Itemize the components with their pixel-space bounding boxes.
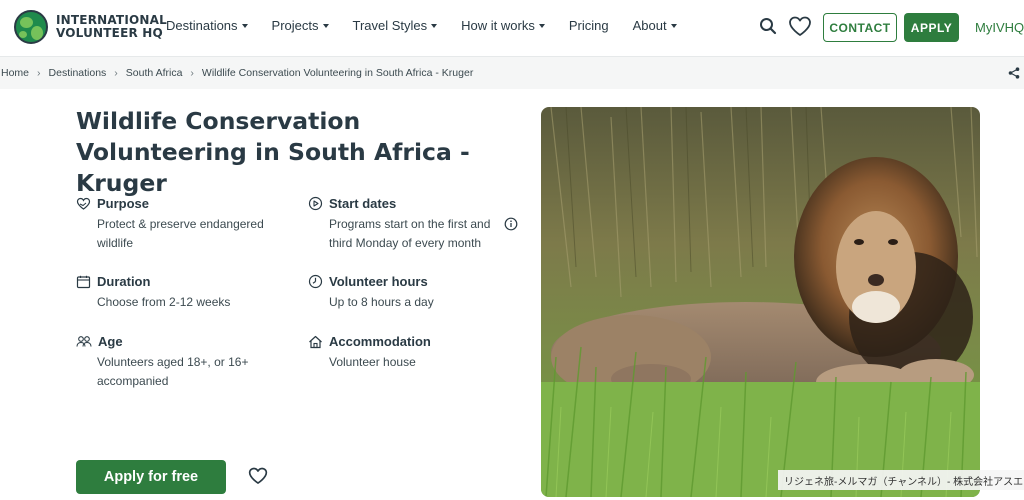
- fact-age: Age Volunteers aged 18+, or 16+ accompan…: [76, 334, 266, 391]
- breadcrumb-current: Wildlife Conservation Volunteering in So…: [201, 67, 474, 79]
- fact-value: Volunteer house: [329, 355, 416, 369]
- logo[interactable]: INTERNATIONAL VOLUNTEER HQ: [14, 10, 167, 44]
- chevron-down-icon: [431, 23, 438, 28]
- nav-pricing[interactable]: Pricing: [569, 18, 609, 33]
- nav-label: Destinations: [166, 18, 238, 33]
- search-icon[interactable]: [759, 17, 777, 40]
- page-title: Wildlife Conservation Volunteering in So…: [76, 107, 470, 197]
- play-circle-icon: [308, 196, 323, 211]
- logo-text-line2: VOLUNTEER HQ: [56, 26, 163, 40]
- chevron-down-icon: [538, 23, 545, 28]
- breadcrumb-destinations[interactable]: Destinations: [49, 67, 107, 79]
- nav-label: How it works: [461, 18, 535, 33]
- nav-label: Travel Styles: [352, 18, 428, 33]
- share-icon[interactable]: [1008, 67, 1020, 82]
- fact-label: Duration: [97, 274, 151, 289]
- fact-start-dates: Start dates Programs start on the first …: [308, 196, 526, 253]
- fact-value: Up to 8 hours a day: [329, 295, 434, 309]
- breadcrumb-separator: ›: [190, 67, 194, 79]
- fact-label: Purpose: [97, 196, 150, 211]
- nav-label: About: [632, 18, 667, 33]
- heart-icon[interactable]: [788, 16, 812, 42]
- hero-lion-image: [541, 107, 980, 497]
- fact-value: Volunteers aged 18+, or 16+ accompanied: [97, 355, 249, 388]
- apply-for-free-button[interactable]: Apply for free: [76, 460, 226, 494]
- contact-button[interactable]: CONTACT: [823, 13, 897, 42]
- fact-label: Accommodation: [329, 334, 431, 349]
- breadcrumb-home[interactable]: Home: [1, 67, 29, 79]
- nav-projects[interactable]: Projects: [272, 18, 329, 33]
- clock-icon: [308, 274, 323, 289]
- house-icon: [309, 335, 322, 348]
- globe-logo-icon: [14, 10, 48, 44]
- overlay-caption: リジェネ旅-メルマガ（チャンネル）- 株式会社アスエ: [778, 470, 1024, 490]
- fact-value: Choose from 2-12 weeks: [97, 295, 231, 309]
- fact-volunteer-hours: Volunteer hours Up to 8 hours a day: [308, 274, 528, 312]
- nav-travel-styles[interactable]: Travel Styles: [353, 18, 438, 33]
- save-favorite-heart-icon[interactable]: [248, 467, 268, 490]
- fact-duration: Duration Choose from 2-12 weeks: [76, 274, 296, 312]
- nav-how-it-works[interactable]: How it works: [461, 18, 545, 33]
- chevron-down-icon: [241, 23, 248, 28]
- breadcrumb-south-africa[interactable]: South Africa: [126, 67, 183, 79]
- fact-value: Protect & preserve endangered wildlife: [97, 217, 264, 250]
- nav-label: Pricing: [568, 18, 609, 33]
- myivhq-link[interactable]: MyIVHQ: [975, 20, 1024, 35]
- nav-label: Projects: [271, 18, 319, 33]
- main-nav: Destinations Projects Travel Styles How …: [166, 18, 701, 33]
- info-icon[interactable]: [504, 217, 518, 236]
- fact-label: Start dates: [329, 196, 397, 211]
- breadcrumb-separator: ›: [114, 67, 118, 79]
- people-icon: [76, 336, 92, 347]
- nav-about[interactable]: About: [633, 18, 677, 33]
- apply-button[interactable]: APPLY: [904, 13, 959, 42]
- fact-label: Volunteer hours: [329, 274, 428, 289]
- fact-value: Programs start on the first and third Mo…: [329, 217, 491, 250]
- chevron-down-icon: [670, 23, 677, 28]
- fact-accommodation: Accommodation Volunteer house: [308, 334, 528, 372]
- site-header: INTERNATIONAL VOLUNTEER HQ Destinations …: [0, 0, 1024, 57]
- breadcrumb: Home › Destinations › South Africa › Wil…: [0, 57, 1024, 89]
- nav-destinations[interactable]: Destinations: [166, 18, 248, 33]
- fact-purpose: Purpose Protect & preserve endangered wi…: [76, 196, 296, 253]
- chevron-down-icon: [322, 23, 329, 28]
- breadcrumb-separator: ›: [37, 67, 41, 79]
- heart-hand-icon: [76, 197, 91, 210]
- fact-label: Age: [98, 334, 123, 349]
- calendar-icon: [76, 275, 91, 288]
